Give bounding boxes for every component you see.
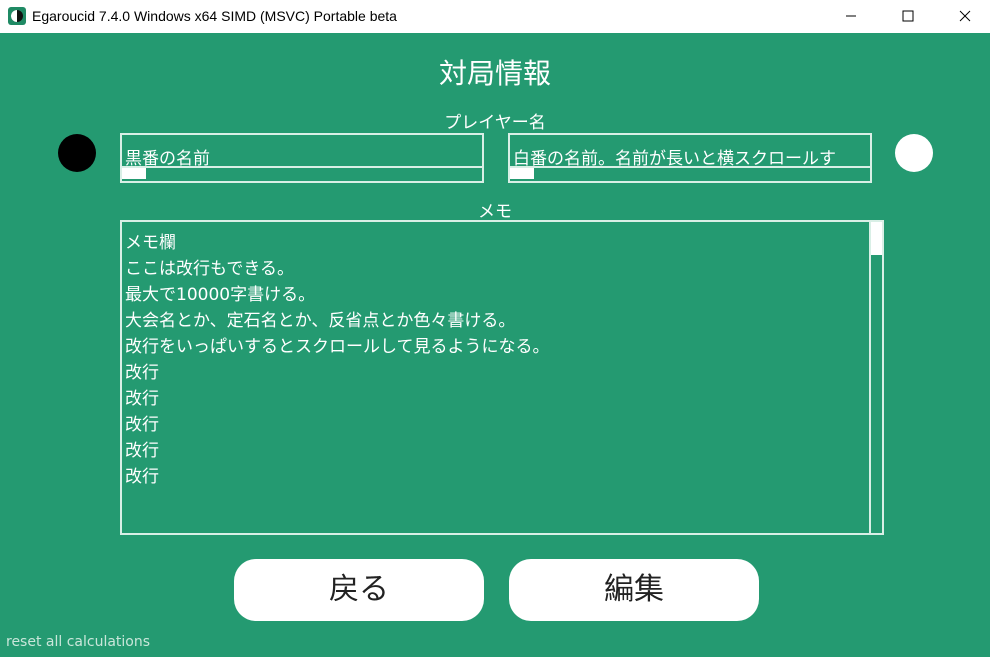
back-button[interactable]: 戻る xyxy=(234,559,484,621)
white-name-field[interactable]: 白番の名前。名前が長いと横スクロールす xyxy=(508,133,872,183)
memo-scrollbar[interactable] xyxy=(869,222,882,533)
memo-line: ここは改行もできる。 xyxy=(125,259,294,279)
minimize-icon xyxy=(846,15,856,17)
minimize-button[interactable] xyxy=(826,0,876,33)
player-name-label: プレイヤー名 xyxy=(444,113,546,133)
memo-line: 改行 xyxy=(125,441,159,461)
memo-line: 改行 xyxy=(125,363,159,383)
reset-all-calculations-link[interactable]: reset all calculations xyxy=(6,634,150,650)
app-icon xyxy=(8,7,26,25)
edit-button[interactable]: 編集 xyxy=(509,559,759,621)
black-disc-icon xyxy=(58,134,96,172)
memo-label: メモ xyxy=(478,202,512,222)
page-title: 対局情報 xyxy=(438,57,551,90)
memo-textarea[interactable]: メモ欄 ここは改行もできる。 最大で10000字書ける。 大会名とか、定石名とか… xyxy=(120,220,884,535)
scroll-thumb[interactable] xyxy=(871,222,882,255)
memo-line: 改行 xyxy=(125,389,159,409)
maximize-icon xyxy=(902,10,914,22)
memo-line: 改行 xyxy=(125,467,159,487)
close-icon xyxy=(959,10,971,22)
memo-line: 改行 xyxy=(125,415,159,435)
close-button[interactable] xyxy=(940,0,990,33)
white-name-scrollbar[interactable] xyxy=(510,166,870,181)
window-title: Egaroucid 7.4.0 Windows x64 SIMD (MSVC) … xyxy=(32,8,397,24)
memo-line: 改行をいっぱいするとスクロールして見るようになる。 xyxy=(125,337,550,357)
memo-line: 最大で10000字書ける。 xyxy=(125,285,316,305)
scroll-thumb[interactable] xyxy=(510,168,534,179)
maximize-button[interactable] xyxy=(883,0,933,33)
black-name-field[interactable]: 黒番の名前 xyxy=(120,133,484,183)
title-bar: Egaroucid 7.4.0 Windows x64 SIMD (MSVC) … xyxy=(0,0,990,33)
scroll-thumb[interactable] xyxy=(122,168,146,179)
black-name-scrollbar[interactable] xyxy=(122,166,482,181)
memo-line: メモ欄 xyxy=(125,233,176,253)
white-disc-icon xyxy=(895,134,933,172)
memo-line: 大会名とか、定石名とか、反省点とか色々書ける。 xyxy=(125,311,516,331)
